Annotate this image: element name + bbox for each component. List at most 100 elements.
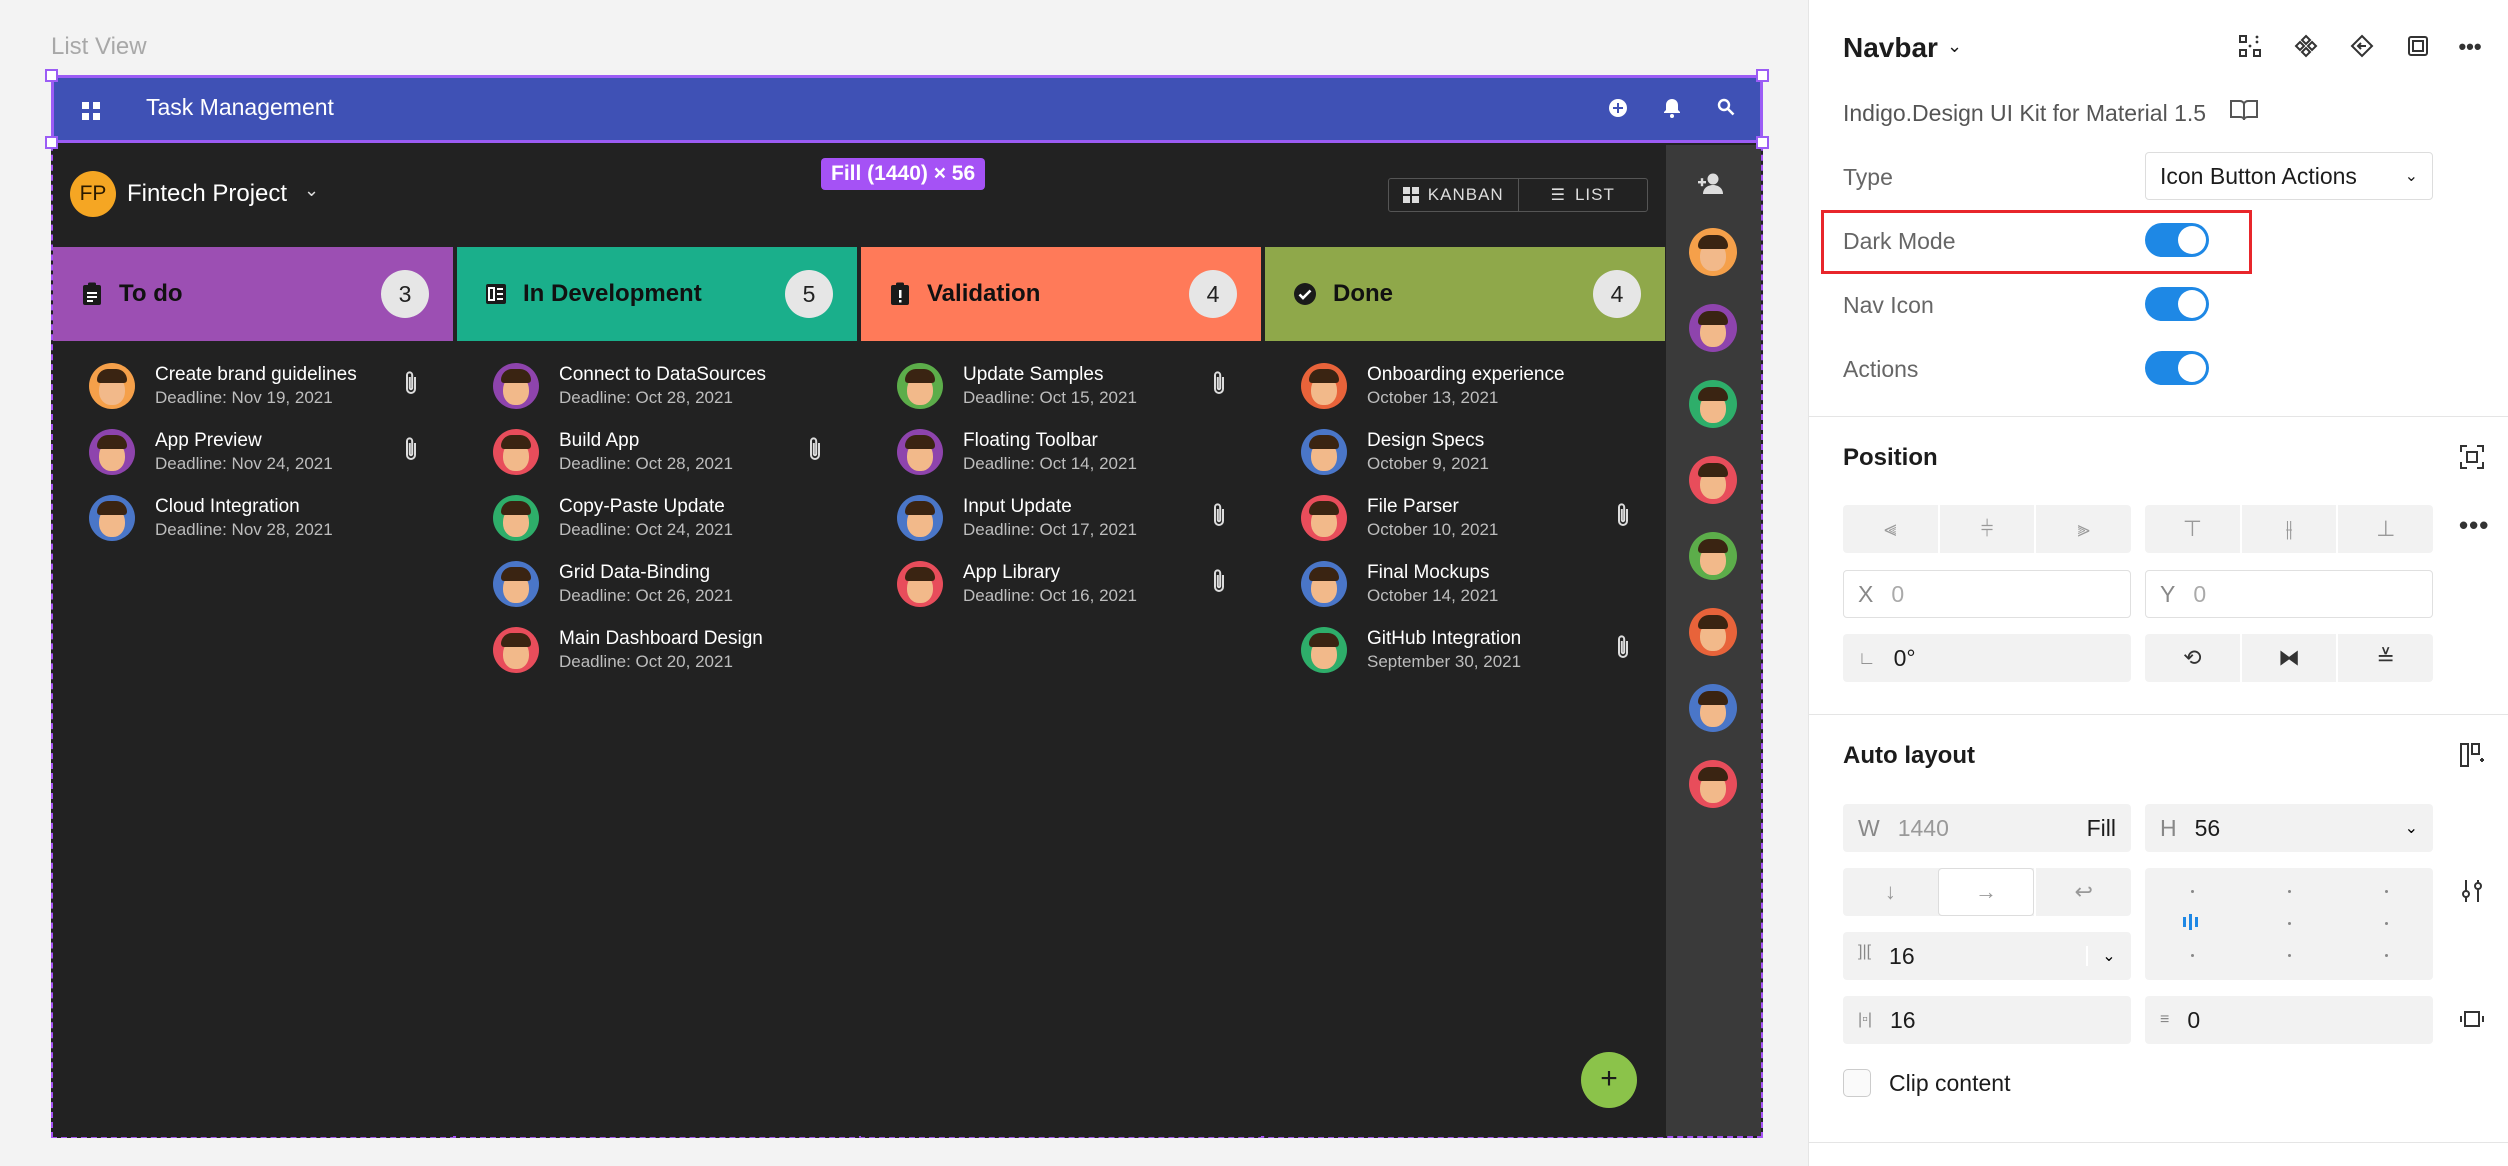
wrap-icon[interactable]: ↩ bbox=[2034, 868, 2131, 916]
component-grid-icon[interactable] bbox=[2237, 34, 2263, 60]
add-circle-icon[interactable] bbox=[1606, 98, 1630, 122]
flip-vertical-icon[interactable]: ≚ bbox=[2336, 634, 2433, 682]
chevron-down-icon[interactable]: ⌄ bbox=[1947, 36, 1962, 57]
spacing-field[interactable]: ]|[ 16 ⌄ bbox=[1843, 932, 2131, 980]
align-top-icon[interactable]: ⊤ bbox=[2145, 505, 2240, 553]
task-card[interactable]: Final Mockups October 14, 2021 bbox=[1301, 551, 1633, 617]
resize-handle[interactable] bbox=[45, 136, 58, 149]
layout-settings-icon[interactable] bbox=[2459, 878, 2485, 909]
chevron-down-icon[interactable]: ⌄ bbox=[2405, 818, 2418, 838]
chevron-down-icon[interactable]: ⌄ bbox=[2086, 946, 2130, 966]
design-canvas[interactable]: List View FP Fintech Project ⌄ Fill (144… bbox=[0, 0, 1808, 1166]
navbar[interactable]: Task Management bbox=[45, 69, 1769, 149]
resize-handle[interactable] bbox=[1756, 136, 1769, 149]
team-member-avatar[interactable] bbox=[1689, 608, 1737, 656]
align-right-icon[interactable]: ⫸ bbox=[2034, 505, 2131, 553]
list-view-button[interactable]: ☰ LIST bbox=[1517, 179, 1648, 211]
align-left-icon[interactable]: ⫷ bbox=[1843, 505, 1938, 553]
project-title[interactable]: Fintech Project bbox=[127, 180, 287, 208]
team-member-avatar[interactable] bbox=[1689, 532, 1737, 580]
column-header[interactable]: To do 3 bbox=[53, 247, 453, 341]
nav-icon-toggle[interactable] bbox=[2145, 287, 2209, 321]
focus-frame-icon[interactable] bbox=[2459, 444, 2485, 475]
arrow-right-icon[interactable]: → bbox=[1937, 868, 2035, 916]
kanban-view-button[interactable]: KANBAN bbox=[1389, 179, 1518, 211]
attachment-icon[interactable] bbox=[401, 436, 421, 469]
attachment-icon[interactable] bbox=[1613, 502, 1633, 535]
w-mode[interactable]: Fill bbox=[2087, 815, 2116, 842]
app-grid-icon[interactable] bbox=[82, 102, 100, 120]
height-field[interactable]: H 56 ⌄ bbox=[2145, 804, 2433, 852]
w-value: 1440 bbox=[1897, 814, 1949, 841]
chevron-down-icon[interactable]: ⌄ bbox=[304, 180, 319, 201]
actions-toggle[interactable] bbox=[2145, 351, 2209, 385]
y-field[interactable]: Y 0 bbox=[2145, 570, 2433, 618]
padding-v-icon: ≡ bbox=[2160, 1011, 2170, 1028]
auto-layout-toggle-icon[interactable] bbox=[2459, 742, 2485, 773]
attachment-icon[interactable] bbox=[805, 436, 825, 469]
x-field[interactable]: X 0 bbox=[1843, 570, 2131, 618]
task-card[interactable]: Onboarding experience October 13, 2021 bbox=[1301, 353, 1633, 419]
task-card[interactable]: Update Samples Deadline: Oct 15, 2021 bbox=[897, 353, 1229, 419]
align-center-v-icon[interactable]: ⫲ bbox=[2239, 505, 2337, 553]
align-bottom-icon[interactable]: ⊥ bbox=[2336, 505, 2433, 553]
rotate-icon[interactable]: ⟲ bbox=[2145, 634, 2240, 682]
attachment-icon[interactable] bbox=[1209, 568, 1229, 601]
angle-icon: ∟ bbox=[1858, 647, 1876, 668]
task-card[interactable]: Main Dashboard Design Deadline: Oct 20, 2… bbox=[493, 617, 825, 683]
component-name[interactable]: Navbar bbox=[1843, 32, 1938, 64]
task-card[interactable]: Floating Toolbar Deadline: Oct 14, 2021 bbox=[897, 419, 1229, 485]
clip-content-checkbox[interactable] bbox=[1843, 1069, 1871, 1097]
task-card[interactable]: File Parser October 10, 2021 bbox=[1301, 485, 1633, 551]
component-icon[interactable] bbox=[2293, 34, 2319, 60]
team-member-avatar[interactable] bbox=[1689, 456, 1737, 504]
column-header[interactable]: Validation 4 bbox=[861, 247, 1261, 341]
resize-handle[interactable] bbox=[1756, 69, 1769, 82]
kanban-icon bbox=[1402, 187, 1419, 203]
task-card[interactable]: Create brand guidelines Deadline: Nov 19,… bbox=[89, 353, 421, 419]
task-card[interactable]: Copy-Paste Update Deadline: Oct 24, 2021 bbox=[493, 485, 825, 551]
task-card[interactable]: Grid Data-Binding Deadline: Oct 26, 2021 bbox=[493, 551, 825, 617]
attachment-icon[interactable] bbox=[1209, 502, 1229, 535]
horizontal-padding-field[interactable]: |▫| 16 bbox=[1843, 996, 2131, 1044]
reset-instance-icon[interactable] bbox=[2349, 34, 2375, 60]
task-card[interactable]: Build App Deadline: Oct 28, 2021 bbox=[493, 419, 825, 485]
team-member-avatar[interactable] bbox=[1689, 304, 1737, 352]
attachment-icon[interactable] bbox=[401, 370, 421, 403]
team-member-avatar[interactable] bbox=[1689, 760, 1737, 808]
column-header[interactable]: In Development 5 bbox=[457, 247, 857, 341]
column-header[interactable]: Done 4 bbox=[1265, 247, 1665, 341]
individual-padding-icon[interactable] bbox=[2459, 1006, 2485, 1037]
task-card[interactable]: Connect to DataSources Deadline: Oct 28, … bbox=[493, 353, 825, 419]
frame-label[interactable]: List View bbox=[51, 33, 147, 61]
team-member-avatar[interactable] bbox=[1689, 228, 1737, 276]
alignment-grid[interactable] bbox=[2145, 868, 2433, 980]
add-task-fab[interactable]: + bbox=[1581, 1052, 1637, 1108]
task-card[interactable]: Cloud Integration Deadline: Nov 28, 2021 bbox=[89, 485, 421, 551]
arrow-down-icon[interactable]: ↓ bbox=[1843, 868, 1938, 916]
resize-handle[interactable] bbox=[45, 69, 58, 82]
check-circle-icon bbox=[1293, 282, 1317, 306]
more-options-icon[interactable]: ••• bbox=[2459, 510, 2489, 541]
task-card[interactable]: Input Update Deadline: Oct 17, 2021 bbox=[897, 485, 1229, 551]
attachment-icon[interactable] bbox=[1209, 370, 1229, 403]
search-icon[interactable] bbox=[1714, 98, 1738, 122]
task-card[interactable]: App Preview Deadline: Nov 24, 2021 bbox=[89, 419, 421, 485]
task-card[interactable]: Design Specs October 9, 2021 bbox=[1301, 419, 1633, 485]
type-select[interactable]: Icon Button Actions ⌄ bbox=[2145, 152, 2433, 200]
add-user-icon[interactable] bbox=[1697, 172, 1725, 203]
team-member-avatar[interactable] bbox=[1689, 684, 1737, 732]
task-card[interactable]: App Library Deadline: Oct 16, 2021 bbox=[897, 551, 1229, 617]
frame-icon[interactable] bbox=[2405, 34, 2431, 60]
attachment-icon[interactable] bbox=[1613, 634, 1633, 667]
task-card[interactable]: GitHub Integration September 30, 2021 bbox=[1301, 617, 1633, 683]
team-member-avatar[interactable] bbox=[1689, 380, 1737, 428]
more-options-icon[interactable]: ••• bbox=[2457, 34, 2483, 60]
rotation-field[interactable]: ∟ 0° bbox=[1843, 634, 2131, 682]
flip-horizontal-icon[interactable]: ⧓ bbox=[2239, 634, 2337, 682]
vertical-padding-field[interactable]: ≡ 0 bbox=[2145, 996, 2433, 1044]
width-field[interactable]: W 1440 Fill bbox=[1843, 804, 2131, 852]
book-icon[interactable] bbox=[2229, 98, 2259, 129]
bell-icon[interactable] bbox=[1660, 98, 1684, 122]
align-center-h-icon[interactable]: ⫩ bbox=[1937, 505, 2035, 553]
